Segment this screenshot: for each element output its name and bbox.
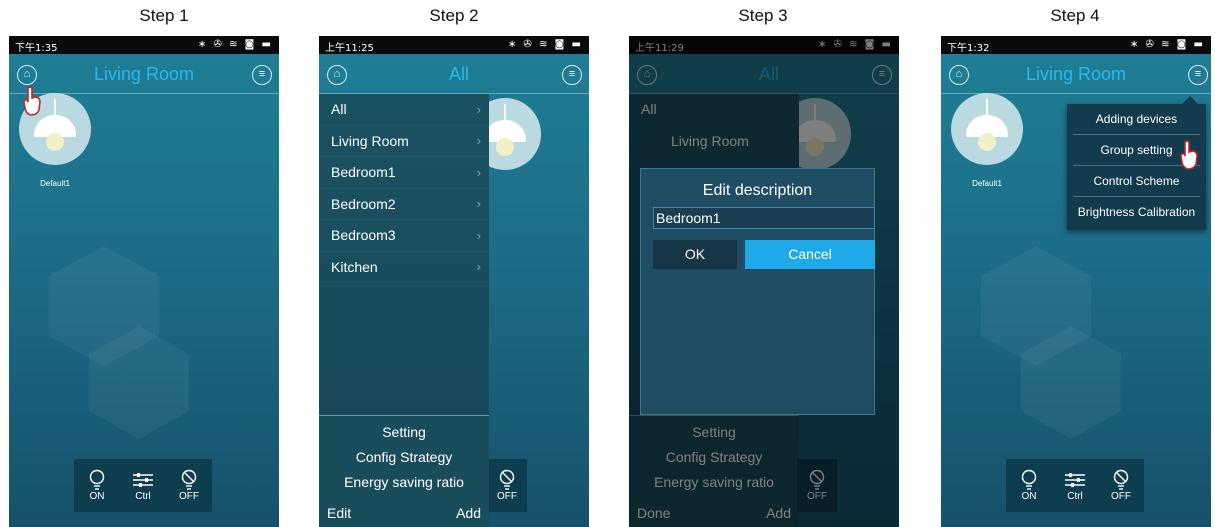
description-input[interactable]	[653, 207, 875, 229]
ctrl-label: Ctrl	[1067, 491, 1083, 502]
chevron-right-icon: ›	[476, 101, 481, 117]
device-label: Default1	[40, 179, 70, 188]
bulb-off-icon	[181, 469, 197, 490]
device-label: Default1	[972, 179, 1002, 188]
bottom-control-bar: ON Ctrl OFF	[1006, 459, 1144, 512]
ok-button[interactable]: OK	[653, 240, 737, 269]
phone-step-2: 上午11:25 ∗ ✇ ≋ ◙ ▬ ⌂ All ≡ OFF All › Livin…	[319, 36, 589, 527]
drawer-item-label: Bedroom1	[331, 164, 396, 181]
chevron-right-icon: ›	[476, 196, 481, 212]
status-time: 下午1:35	[15, 43, 58, 54]
chevron-right-icon: ›	[476, 133, 481, 149]
menu-item-adding-devices[interactable]: Adding devices	[1073, 104, 1200, 135]
dialog-title: Edit description	[702, 182, 813, 199]
off-label: OFF	[1111, 491, 1131, 502]
bulb-off-icon	[1113, 469, 1129, 490]
on-label: ON	[1021, 491, 1037, 502]
status-bar: 上午11:25 ∗ ✇ ≋ ◙ ▬	[319, 36, 589, 54]
sliders-icon	[1065, 473, 1085, 487]
room-drawer: All › Living Room › Bedroom1 › Bedroom2 › Be…	[319, 94, 489, 527]
bulb-on-icon	[1021, 469, 1037, 490]
energy-saving-ratio-link[interactable]: Energy saving ratio	[319, 470, 489, 495]
menu-icon[interactable]: ≡	[562, 65, 582, 85]
status-time: 上午11:25	[325, 43, 374, 54]
on-button[interactable]: ON	[77, 469, 117, 502]
sliders-icon	[133, 473, 153, 487]
drawer-item-label: Living Room	[331, 132, 409, 149]
off-button[interactable]: OFF	[487, 469, 527, 502]
pointing-hand-icon	[1180, 140, 1198, 170]
menu-icon[interactable]: ≡	[1188, 65, 1208, 85]
status-bar: 下午1:32 ∗ ✇ ≋ ◙ ▬	[941, 36, 1211, 54]
bottom-control-bar: OFF	[487, 459, 527, 512]
chevron-right-icon: ›	[476, 164, 481, 180]
drawer-item-label: Bedroom2	[331, 195, 396, 212]
drawer-footer: Setting Config Strategy Energy saving ra…	[319, 415, 489, 527]
edit-description-dialog: Edit description OK Cancel	[640, 168, 875, 415]
phone-step-3: 上午11:29 ∗ ✇ ≋ ◙ ▬ ⌂ All ≡ All Living Roo…	[629, 36, 899, 527]
drawer-item-living-room[interactable]: Living Room ›	[319, 126, 489, 157]
pointing-hand-icon	[23, 86, 41, 116]
step-2-title: Step 2	[429, 6, 479, 25]
ctrl-button[interactable]: Ctrl	[123, 469, 163, 502]
phone-step-4: 下午1:32 ∗ ✇ ≋ ◙ ▬ ⌂ Living Room ≡ Default…	[941, 36, 1211, 527]
off-label: OFF	[497, 491, 517, 502]
step-4-title: Step 4	[1050, 6, 1100, 25]
edit-button[interactable]: Edit	[327, 505, 351, 521]
menu-item-control-scheme[interactable]: Control Scheme	[1073, 166, 1200, 197]
drawer-item-kitchen[interactable]: Kitchen ›	[319, 252, 489, 283]
config-strategy-link[interactable]: Config Strategy	[319, 445, 489, 470]
drawer-item-bedroom3[interactable]: Bedroom3 ›	[319, 220, 489, 252]
status-icons: ∗ ✇ ≋ ◙ ▬	[197, 39, 273, 50]
bottom-control-bar: ON Ctrl OFF	[74, 459, 212, 512]
bulb-off-icon	[499, 469, 515, 490]
status-icons: ∗ ✇ ≋ ◙ ▬	[1129, 39, 1205, 50]
menu-item-brightness-calibration[interactable]: Brightness Calibration	[1067, 197, 1206, 228]
page-title: Living Room	[93, 64, 195, 84]
status-time: 下午1:32	[947, 43, 990, 54]
chevron-right-icon: ›	[476, 259, 481, 275]
drawer-item-bedroom1[interactable]: Bedroom1 ›	[319, 157, 489, 189]
page-title: All	[448, 64, 469, 84]
add-button[interactable]: Add	[456, 505, 481, 521]
status-bar: 下午1:35 ∗ ✇ ≋ ◙ ▬	[9, 36, 279, 54]
cancel-button[interactable]: Cancel	[745, 240, 875, 269]
step-3-title: Step 3	[738, 6, 788, 25]
menu-icon[interactable]: ≡	[252, 65, 272, 85]
on-label: ON	[89, 491, 105, 502]
page-title: Living Room	[1025, 64, 1127, 84]
ctrl-label: Ctrl	[135, 491, 151, 502]
on-button[interactable]: ON	[1009, 469, 1049, 502]
ctrl-button[interactable]: Ctrl	[1055, 469, 1095, 502]
drawer-item-label: All	[331, 101, 347, 118]
chevron-right-icon: ›	[476, 227, 481, 243]
setting-link[interactable]: Setting	[319, 420, 489, 445]
off-label: OFF	[179, 491, 199, 502]
drawer-item-bedroom2[interactable]: Bedroom2 ›	[319, 189, 489, 220]
phone-step-1: 下午1:35 ∗ ✇ ≋ ◙ ▬ ⌂ Living Room ≡ Default…	[9, 36, 279, 527]
step-1-title: Step 1	[139, 6, 189, 25]
status-icons: ∗ ✇ ≋ ◙ ▬	[507, 39, 583, 50]
drawer-item-label: Bedroom3	[331, 227, 396, 244]
off-button[interactable]: OFF	[169, 469, 209, 502]
lamp-device[interactable]	[951, 93, 1023, 165]
app-header: ⌂ All ≡	[319, 54, 589, 94]
bulb-on-icon	[89, 469, 105, 490]
app-header: ⌂ Living Room ≡	[941, 54, 1211, 94]
drawer-item-all[interactable]: All ›	[319, 94, 489, 126]
drawer-item-label: Kitchen	[331, 258, 378, 275]
off-button[interactable]: OFF	[1101, 469, 1141, 502]
app-header: ⌂ Living Room ≡	[9, 54, 279, 94]
